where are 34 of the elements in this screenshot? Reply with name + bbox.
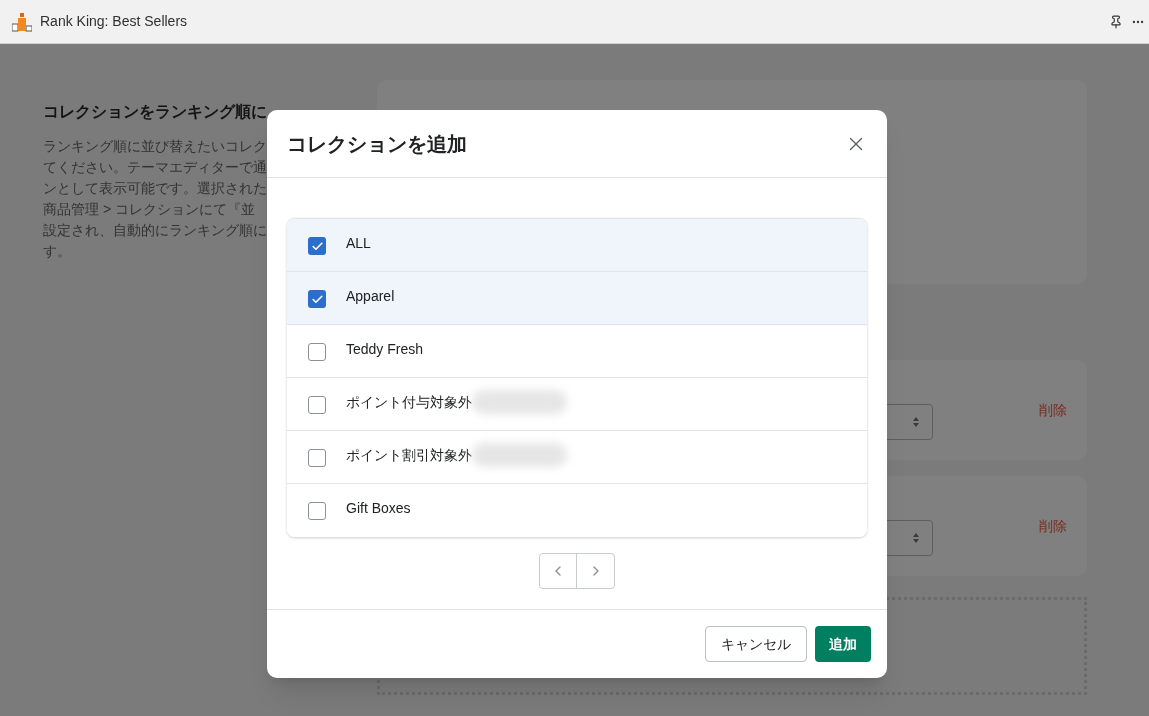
- section-description: てください。テーマエディターで通: [43, 158, 267, 177]
- collection-row[interactable]: ALL: [287, 219, 867, 272]
- collection-row[interactable]: ポイント付与対象外: [287, 378, 867, 431]
- collection-name: Apparel: [346, 287, 395, 306]
- section-heading: コレクションをランキング順に: [43, 102, 268, 122]
- collection-name: ポイント付与対象外: [346, 393, 472, 412]
- check-icon: [310, 292, 324, 306]
- add-button[interactable]: 追加: [815, 626, 871, 662]
- section-description: す。: [43, 242, 71, 261]
- checkbox[interactable]: [308, 237, 326, 255]
- podium-icon: [12, 11, 32, 32]
- cancel-button[interactable]: キャンセル: [705, 626, 807, 662]
- checkbox[interactable]: [308, 449, 326, 467]
- section-description: ランキング順に並び替えたいコレク: [43, 137, 267, 156]
- checkbox[interactable]: [308, 290, 326, 308]
- section-description: ンとして表示可能です。選択された: [43, 179, 267, 198]
- app-title: Rank King: Best Sellers: [40, 12, 188, 31]
- section-description: 設定され、自動的にランキング順に: [43, 221, 267, 240]
- collection-name: Teddy Fresh: [346, 340, 424, 359]
- checkbox[interactable]: [308, 396, 326, 414]
- collection-row[interactable]: Apparel: [287, 272, 867, 325]
- collection-name: ポイント割引対象外: [346, 446, 472, 465]
- collection-name: Gift Boxes: [346, 499, 411, 518]
- pin-icon[interactable]: [1109, 14, 1123, 29]
- modal-title: コレクションを追加: [287, 131, 467, 157]
- checkbox[interactable]: [308, 343, 326, 361]
- collection-row[interactable]: Teddy Fresh: [287, 325, 867, 378]
- collection-name: ALL: [346, 234, 371, 253]
- check-icon: [310, 239, 324, 253]
- checkbox[interactable]: [308, 502, 326, 520]
- stepper-icon: [912, 416, 920, 428]
- collection-row[interactable]: ポイント割引対象外: [287, 431, 867, 484]
- collection-row[interactable]: Gift Boxes: [287, 484, 867, 537]
- stepper-icon: [912, 532, 920, 544]
